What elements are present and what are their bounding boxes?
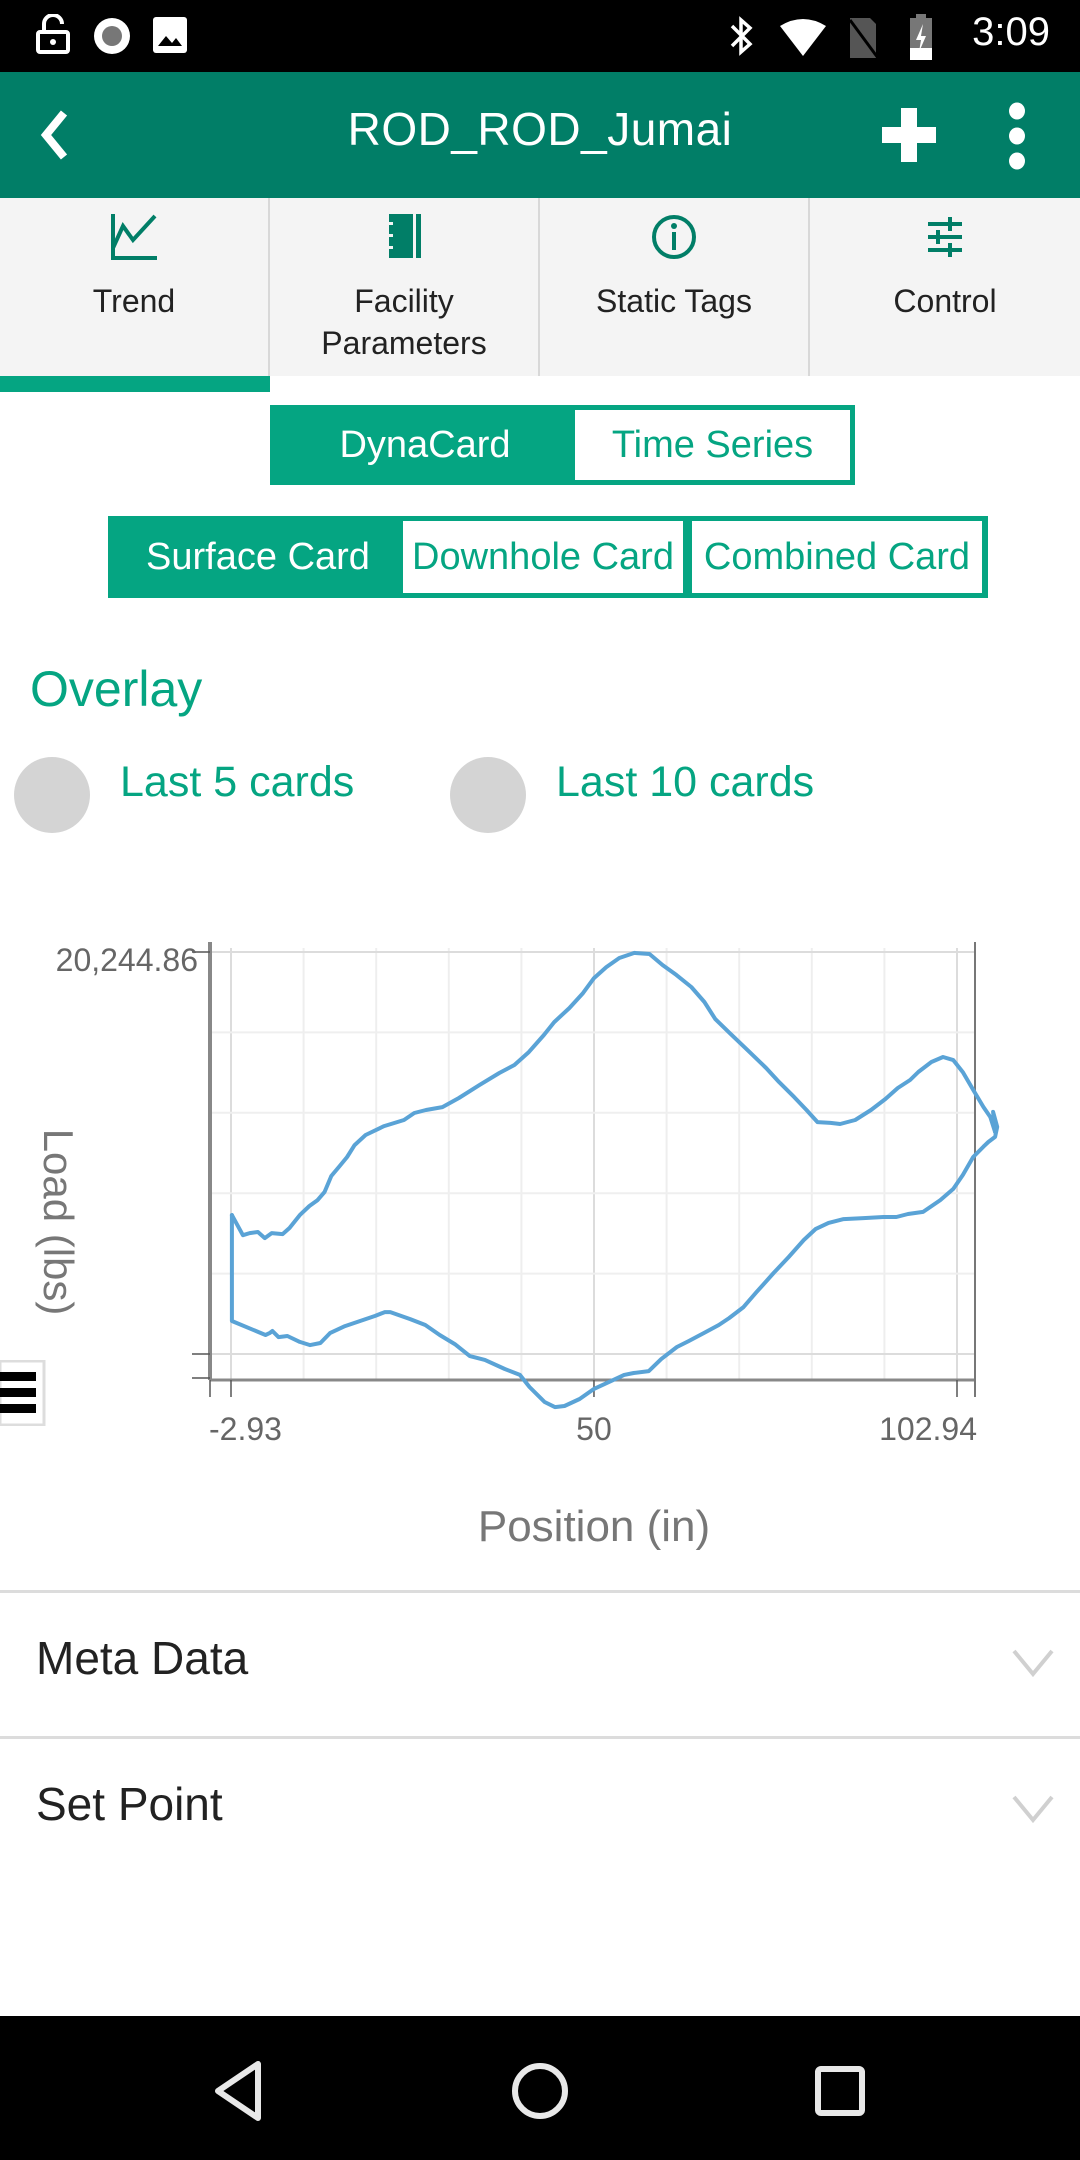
active-tab-indicator [0, 376, 270, 392]
hamburger-icon [0, 1372, 36, 1413]
time-series-toggle-button[interactable]: Time Series [575, 410, 850, 480]
notebook-icon [385, 214, 421, 258]
trend-chart-icon [111, 214, 157, 260]
more-vertical-icon [1009, 102, 1025, 170]
chart-menu-handle[interactable] [0, 1360, 46, 1426]
tab-bar: Trend Facility Parameters Static Tags Co… [0, 198, 1080, 376]
y-tick-label: 20,244.86 [56, 942, 198, 978]
add-button[interactable] [880, 106, 938, 164]
series-line-0 [229, 950, 998, 1241]
more-options-button[interactable] [1000, 102, 1034, 170]
home-circle-icon[interactable] [505, 2056, 575, 2126]
x-axis-title: Position (in) [478, 1502, 710, 1551]
tab-control[interactable]: Control [810, 198, 1080, 376]
combined-card-button[interactable]: Combined Card [692, 521, 982, 593]
system-nav-bar [0, 2016, 1080, 2160]
status-time: 3:09 [972, 10, 1050, 54]
tab-trend[interactable]: Trend [0, 198, 270, 376]
x-tick-label: 102.94 [879, 1411, 977, 1447]
plus-icon [882, 108, 936, 162]
tab-label: Facility Parameters [321, 283, 487, 361]
view-toggle: DynaCard Time Series [270, 405, 855, 485]
app-bar: ROD_ROD_Jumai [0, 72, 1080, 198]
recents-square-icon[interactable] [805, 2056, 875, 2126]
chevron-down-icon [1012, 1795, 1054, 1824]
accordion-label: Set Point [36, 1778, 223, 1830]
dynacard-toggle-button[interactable]: DynaCard [275, 410, 575, 480]
last-5-cards-radio[interactable] [14, 757, 90, 833]
chart-grid [210, 948, 975, 1380]
tab-static-tags[interactable]: Static Tags [540, 198, 810, 376]
chevron-down-icon [1012, 1649, 1054, 1678]
tab-label: Trend [92, 283, 176, 319]
chart-series [229, 950, 1000, 1410]
meta-data-accordion[interactable]: Meta Data [0, 1593, 1080, 1733]
record-icon [94, 18, 130, 54]
status-bar: 3:09 [0, 0, 1080, 72]
wifi-icon [780, 19, 826, 56]
no-sim-icon [848, 18, 880, 59]
bluetooth-icon [730, 16, 753, 56]
last-5-cards-label[interactable]: Last 5 cards [120, 757, 354, 807]
image-icon [153, 17, 187, 53]
downhole-card-button[interactable]: Downhole Card [403, 521, 683, 593]
tab-label: Static Tags [596, 283, 752, 319]
back-triangle-icon[interactable] [206, 2056, 276, 2126]
overlay-heading: Overlay [30, 661, 203, 717]
chart-axes [192, 942, 976, 1397]
last-10-cards-radio[interactable] [450, 757, 526, 833]
last-10-cards-label[interactable]: Last 10 cards [556, 757, 814, 807]
dynacard-chart: -2.93 50 102.94 20,244.86 Load (lbs) Position… [0, 900, 1080, 1560]
set-point-accordion[interactable]: Set Point [0, 1739, 1080, 1879]
info-icon [652, 215, 696, 259]
accordion-label: Meta Data [36, 1632, 249, 1684]
lock-open-icon [36, 14, 70, 54]
card-type-toggle: Surface Card Downhole Card Combined Card [108, 516, 988, 598]
sliders-icon [928, 217, 962, 257]
x-tick-label: -2.93 [209, 1411, 282, 1447]
tab-facility-parameters[interactable]: Facility Parameters [270, 198, 540, 376]
chart-svg: -2.93 50 102.94 20,244.86 Load (lbs) Position… [35, 942, 1000, 1551]
tab-label: Control [893, 283, 997, 319]
surface-card-button[interactable]: Surface Card [113, 521, 403, 593]
battery-charging-icon [910, 14, 932, 60]
x-tick-label: 50 [576, 1411, 612, 1447]
y-axis-title: Load (lbs) [35, 1129, 82, 1316]
